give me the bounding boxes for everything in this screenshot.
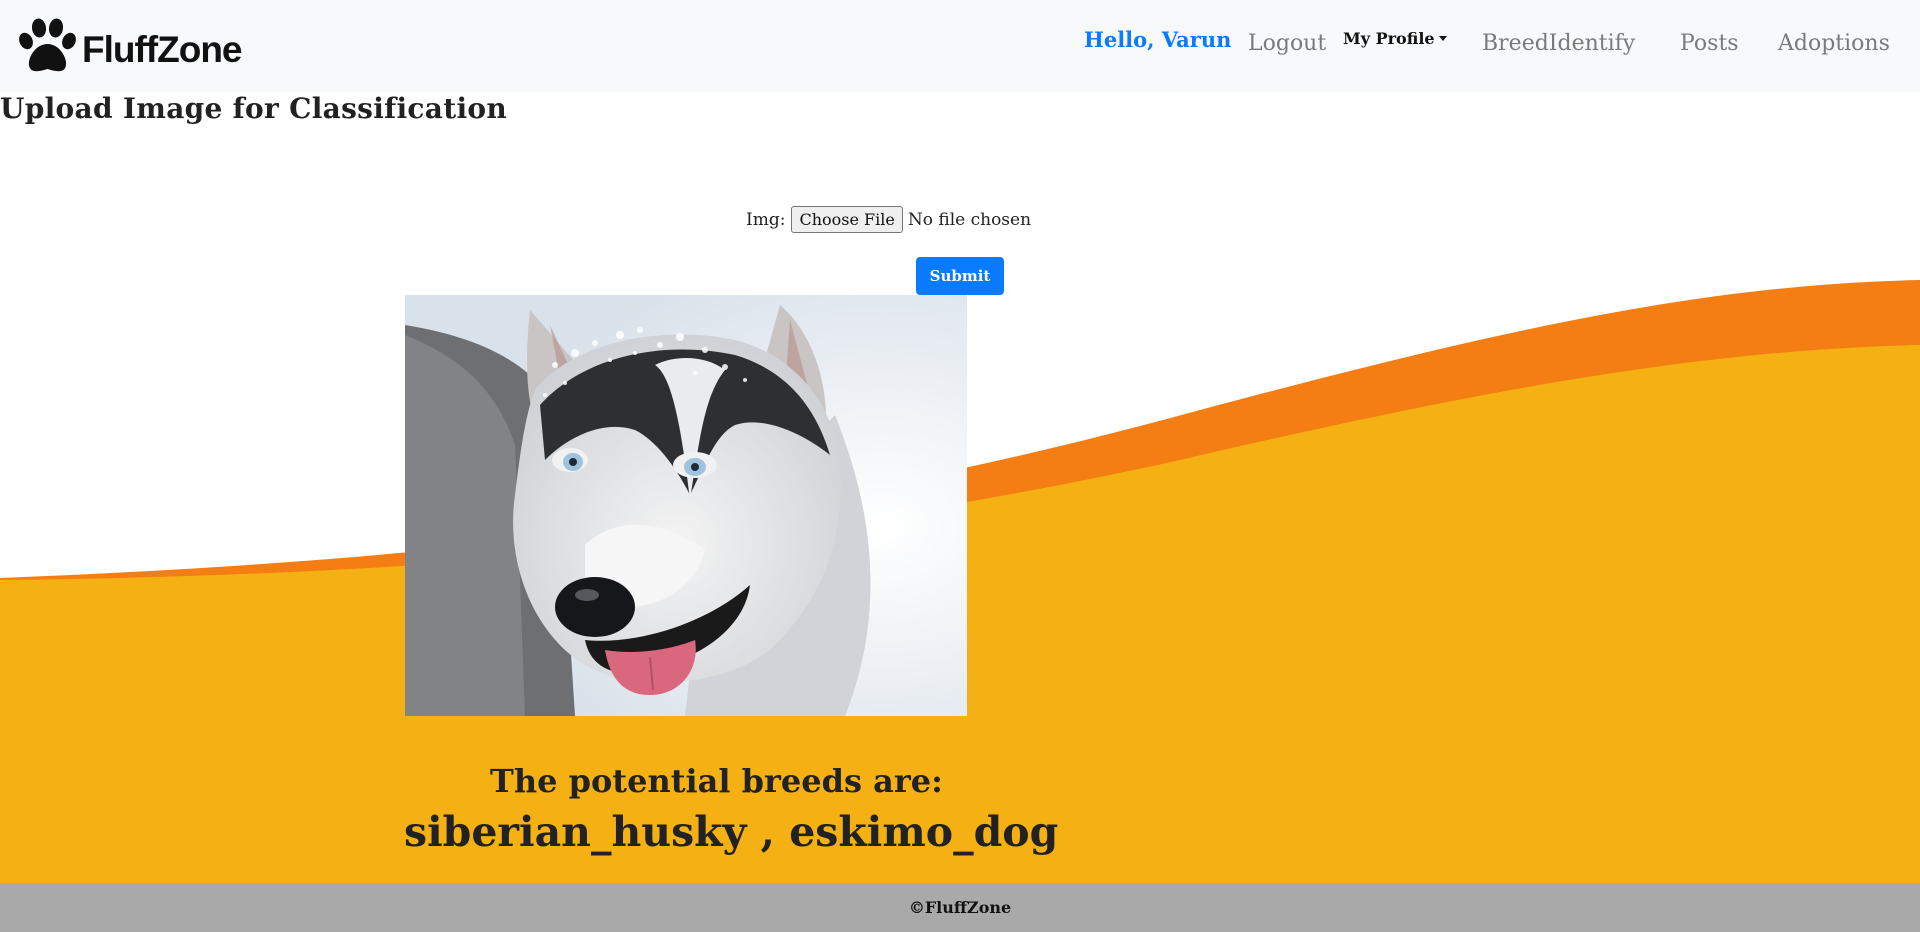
nav-adoptions[interactable]: Adoptions [1778,31,1890,56]
my-profile-dropdown[interactable]: My Profile [1343,29,1447,48]
file-status: No file chosen [907,209,1032,230]
nav-breedidentify[interactable]: BreedIdentify [1482,31,1635,56]
brand-logo[interactable]: FluffZone [16,14,243,78]
page: FluffZone Hello, Varun Logout My Profile… [0,0,1920,932]
submit-button[interactable]: Submit [916,257,1004,295]
result-heading: The potential breeds are: [490,762,943,800]
footer-text: ©FluffZone [908,898,1012,917]
upload-form: Img: Choose File No file chosen [746,206,1031,233]
page-title: Upload Image for Classification [0,92,508,125]
brand-name: FluffZone [82,29,243,70]
choose-file-button[interactable]: Choose File [791,206,903,233]
logout-link[interactable]: Logout [1248,31,1326,56]
img-label: Img: [746,209,786,230]
greeting-link[interactable]: Hello, Varun [1084,27,1231,52]
nav-posts[interactable]: Posts [1680,31,1739,56]
caret-down-icon [1438,36,1447,41]
uploaded-dog-image [405,295,967,716]
navbar: FluffZone Hello, Varun Logout My Profile… [0,0,1920,92]
result-breeds: siberian_husky , eskimo_dog [404,808,1059,856]
footer: ©FluffZone [0,883,1920,932]
paw-icon [19,18,76,72]
my-profile-label: My Profile [1343,29,1435,48]
husky-picture [405,295,967,716]
